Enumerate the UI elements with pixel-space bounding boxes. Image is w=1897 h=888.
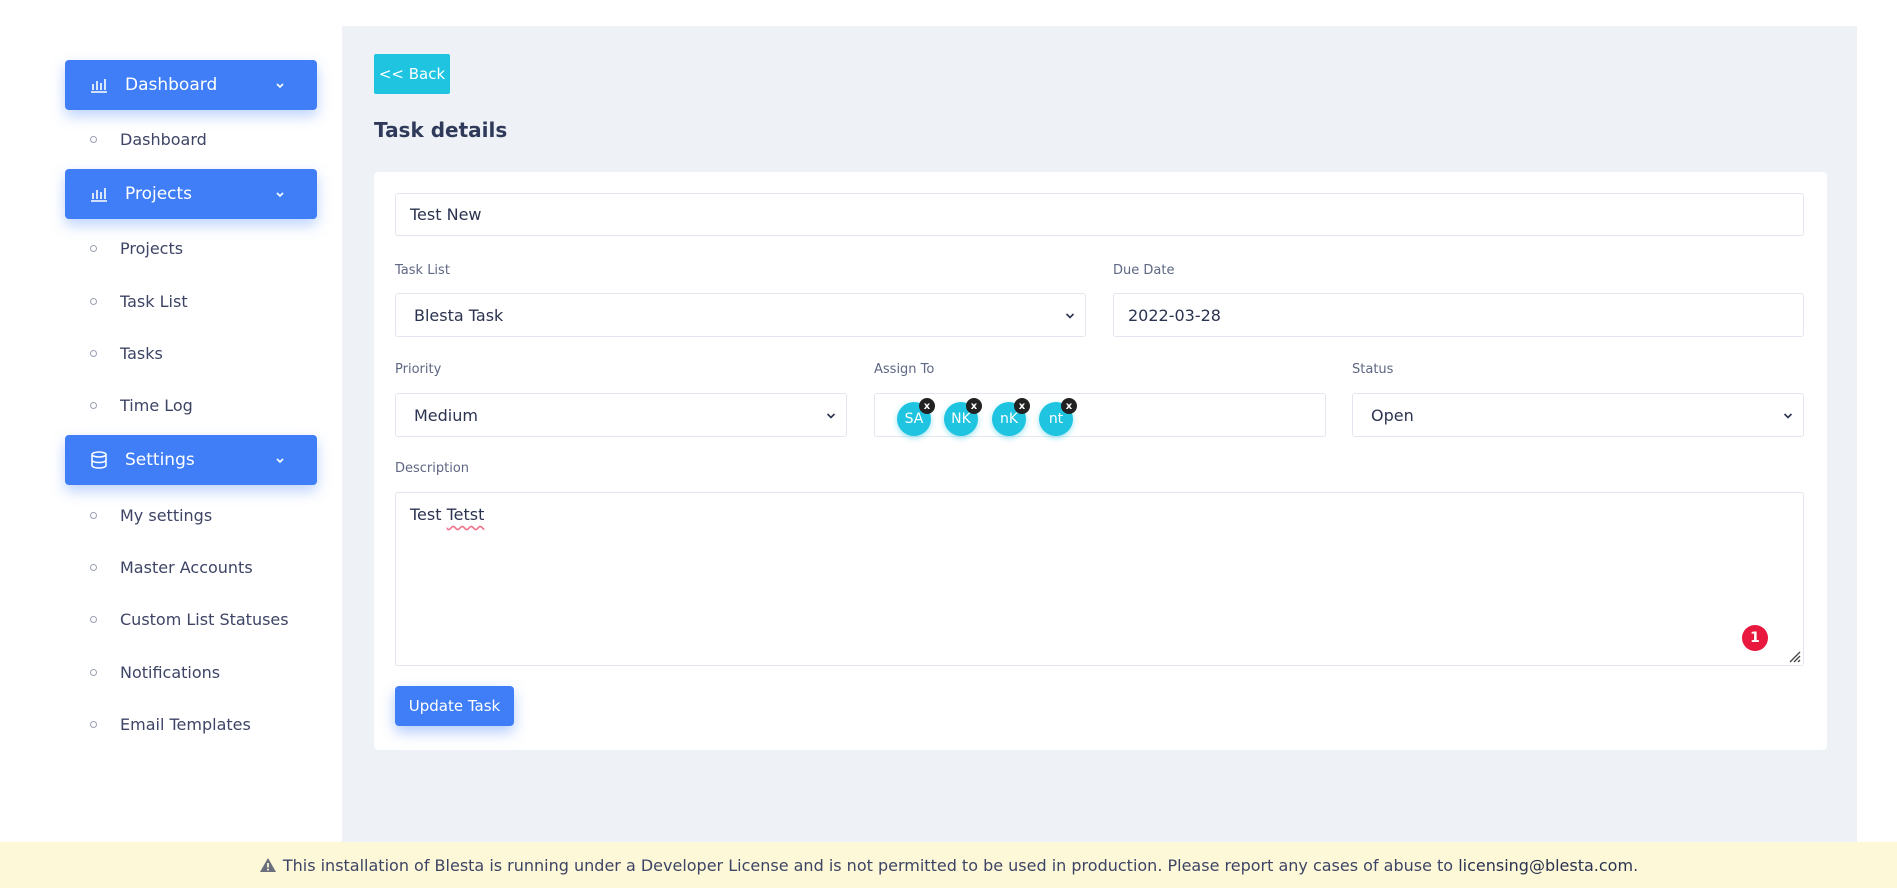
bar-chart-icon bbox=[91, 188, 107, 202]
warning-triangle-icon bbox=[259, 858, 276, 872]
assignee-chip: nK x bbox=[992, 398, 1030, 436]
sidebar-item-my-settings[interactable]: My settings bbox=[90, 499, 330, 531]
back-button[interactable]: << Back bbox=[374, 54, 450, 94]
sidebar-group-label: Dashboard bbox=[125, 75, 218, 95]
sidebar-item-label: Tasks bbox=[120, 343, 163, 363]
bullet-icon bbox=[90, 297, 97, 305]
chevron-down-icon bbox=[276, 458, 284, 464]
chevron-down-icon bbox=[1065, 313, 1075, 319]
status-label: Status bbox=[1352, 362, 1394, 377]
sidebar-item-label: Dashboard bbox=[120, 129, 207, 149]
status-select[interactable]: Open bbox=[1352, 393, 1804, 437]
bullet-icon bbox=[90, 511, 97, 519]
sidebar-item-master-accounts[interactable]: Master Accounts bbox=[90, 551, 330, 583]
sidebar-group-dashboard[interactable]: Dashboard bbox=[65, 60, 317, 110]
priority-select[interactable]: Medium bbox=[395, 393, 847, 437]
chevron-down-icon bbox=[276, 192, 284, 198]
bullet-icon bbox=[90, 401, 97, 409]
bullet-icon bbox=[90, 615, 97, 623]
status-value: Open bbox=[1371, 405, 1414, 425]
sidebar-item-projects[interactable]: Projects bbox=[90, 232, 330, 264]
assignee-chip: NK x bbox=[944, 398, 982, 436]
page-title: Task details bbox=[374, 118, 508, 142]
sidebar-item-label: Master Accounts bbox=[120, 557, 253, 577]
banner-suffix: . bbox=[1633, 855, 1639, 875]
remove-assignee-icon[interactable]: x bbox=[1014, 398, 1030, 414]
sidebar: Dashboard Dashboard Projects Projects Ta… bbox=[38, 26, 343, 844]
sidebar-item-label: Email Templates bbox=[120, 714, 251, 734]
description-textarea[interactable]: Test Tetst 1 bbox=[395, 492, 1804, 666]
chevron-down-icon bbox=[826, 413, 836, 419]
bullet-icon bbox=[90, 349, 97, 357]
task-name-input[interactable]: Test New bbox=[395, 193, 1804, 236]
sidebar-group-label: Projects bbox=[125, 184, 193, 204]
assign-to-label: Assign To bbox=[874, 362, 935, 377]
main-content: << Back Task details Test New Task List … bbox=[343, 26, 1857, 844]
sidebar-item-tasks[interactable]: Tasks bbox=[90, 337, 330, 369]
licensing-email-link[interactable]: licensing@blesta.com bbox=[1458, 856, 1633, 875]
sidebar-item-label: Time Log bbox=[120, 395, 193, 415]
chevron-down-icon bbox=[276, 83, 284, 89]
description-text: Test bbox=[410, 505, 447, 524]
remove-assignee-icon[interactable]: x bbox=[966, 398, 982, 414]
sidebar-item-label: Projects bbox=[120, 238, 184, 258]
remove-assignee-icon[interactable]: x bbox=[919, 398, 935, 414]
task-list-label: Task List bbox=[395, 263, 450, 278]
database-icon bbox=[91, 451, 107, 469]
due-date-label: Due Date bbox=[1113, 263, 1175, 278]
sidebar-item-time-log[interactable]: Time Log bbox=[90, 389, 330, 421]
misspelled-word: Tetst bbox=[446, 505, 485, 524]
sidebar-item-label: Custom List Statuses bbox=[120, 609, 289, 629]
sidebar-item-task-list[interactable]: Task List bbox=[90, 285, 330, 317]
bar-chart-icon bbox=[91, 79, 107, 93]
assignee-chip: nt x bbox=[1039, 398, 1077, 436]
priority-label: Priority bbox=[395, 362, 442, 377]
task-list-select[interactable]: Blesta Task bbox=[395, 293, 1086, 337]
sidebar-group-projects[interactable]: Projects bbox=[65, 169, 317, 219]
banner-text: This installation of Blesta is running u… bbox=[282, 855, 1454, 875]
sidebar-item-label: Notifications bbox=[120, 662, 221, 682]
update-task-button[interactable]: Update Task bbox=[395, 686, 514, 726]
sidebar-item-email-templates[interactable]: Email Templates bbox=[90, 708, 330, 740]
task-form-card: Test New Task List Blesta Task Due Date … bbox=[374, 172, 1827, 750]
task-list-value: Blesta Task bbox=[414, 305, 504, 325]
resize-handle-icon[interactable] bbox=[1785, 647, 1801, 663]
chevron-down-icon bbox=[1783, 413, 1793, 419]
sidebar-group-settings[interactable]: Settings bbox=[65, 435, 317, 485]
priority-value: Medium bbox=[414, 405, 478, 425]
license-banner: This installation of Blesta is running u… bbox=[0, 842, 1897, 888]
remove-assignee-icon[interactable]: x bbox=[1061, 398, 1077, 414]
sidebar-group-label: Settings bbox=[125, 450, 195, 470]
alert-count-badge[interactable]: 1 bbox=[1742, 625, 1768, 651]
bullet-icon bbox=[90, 720, 97, 728]
bullet-icon bbox=[90, 135, 97, 143]
bullet-icon bbox=[90, 563, 97, 571]
sidebar-item-label: My settings bbox=[120, 505, 213, 525]
assign-to-multiselect[interactable]: SA x NK x nK x nt x bbox=[874, 393, 1326, 437]
assignee-chip: SA x bbox=[897, 398, 935, 436]
sidebar-item-custom-list-statuses[interactable]: Custom List Statuses bbox=[90, 603, 330, 635]
sidebar-item-label: Task List bbox=[120, 291, 188, 311]
description-label: Description bbox=[395, 461, 470, 476]
bullet-icon bbox=[90, 668, 97, 676]
bullet-icon bbox=[90, 244, 97, 252]
due-date-input[interactable]: 2022-03-28 bbox=[1113, 293, 1804, 337]
sidebar-item-notifications[interactable]: Notifications bbox=[90, 656, 330, 688]
sidebar-item-dashboard[interactable]: Dashboard bbox=[90, 123, 330, 155]
